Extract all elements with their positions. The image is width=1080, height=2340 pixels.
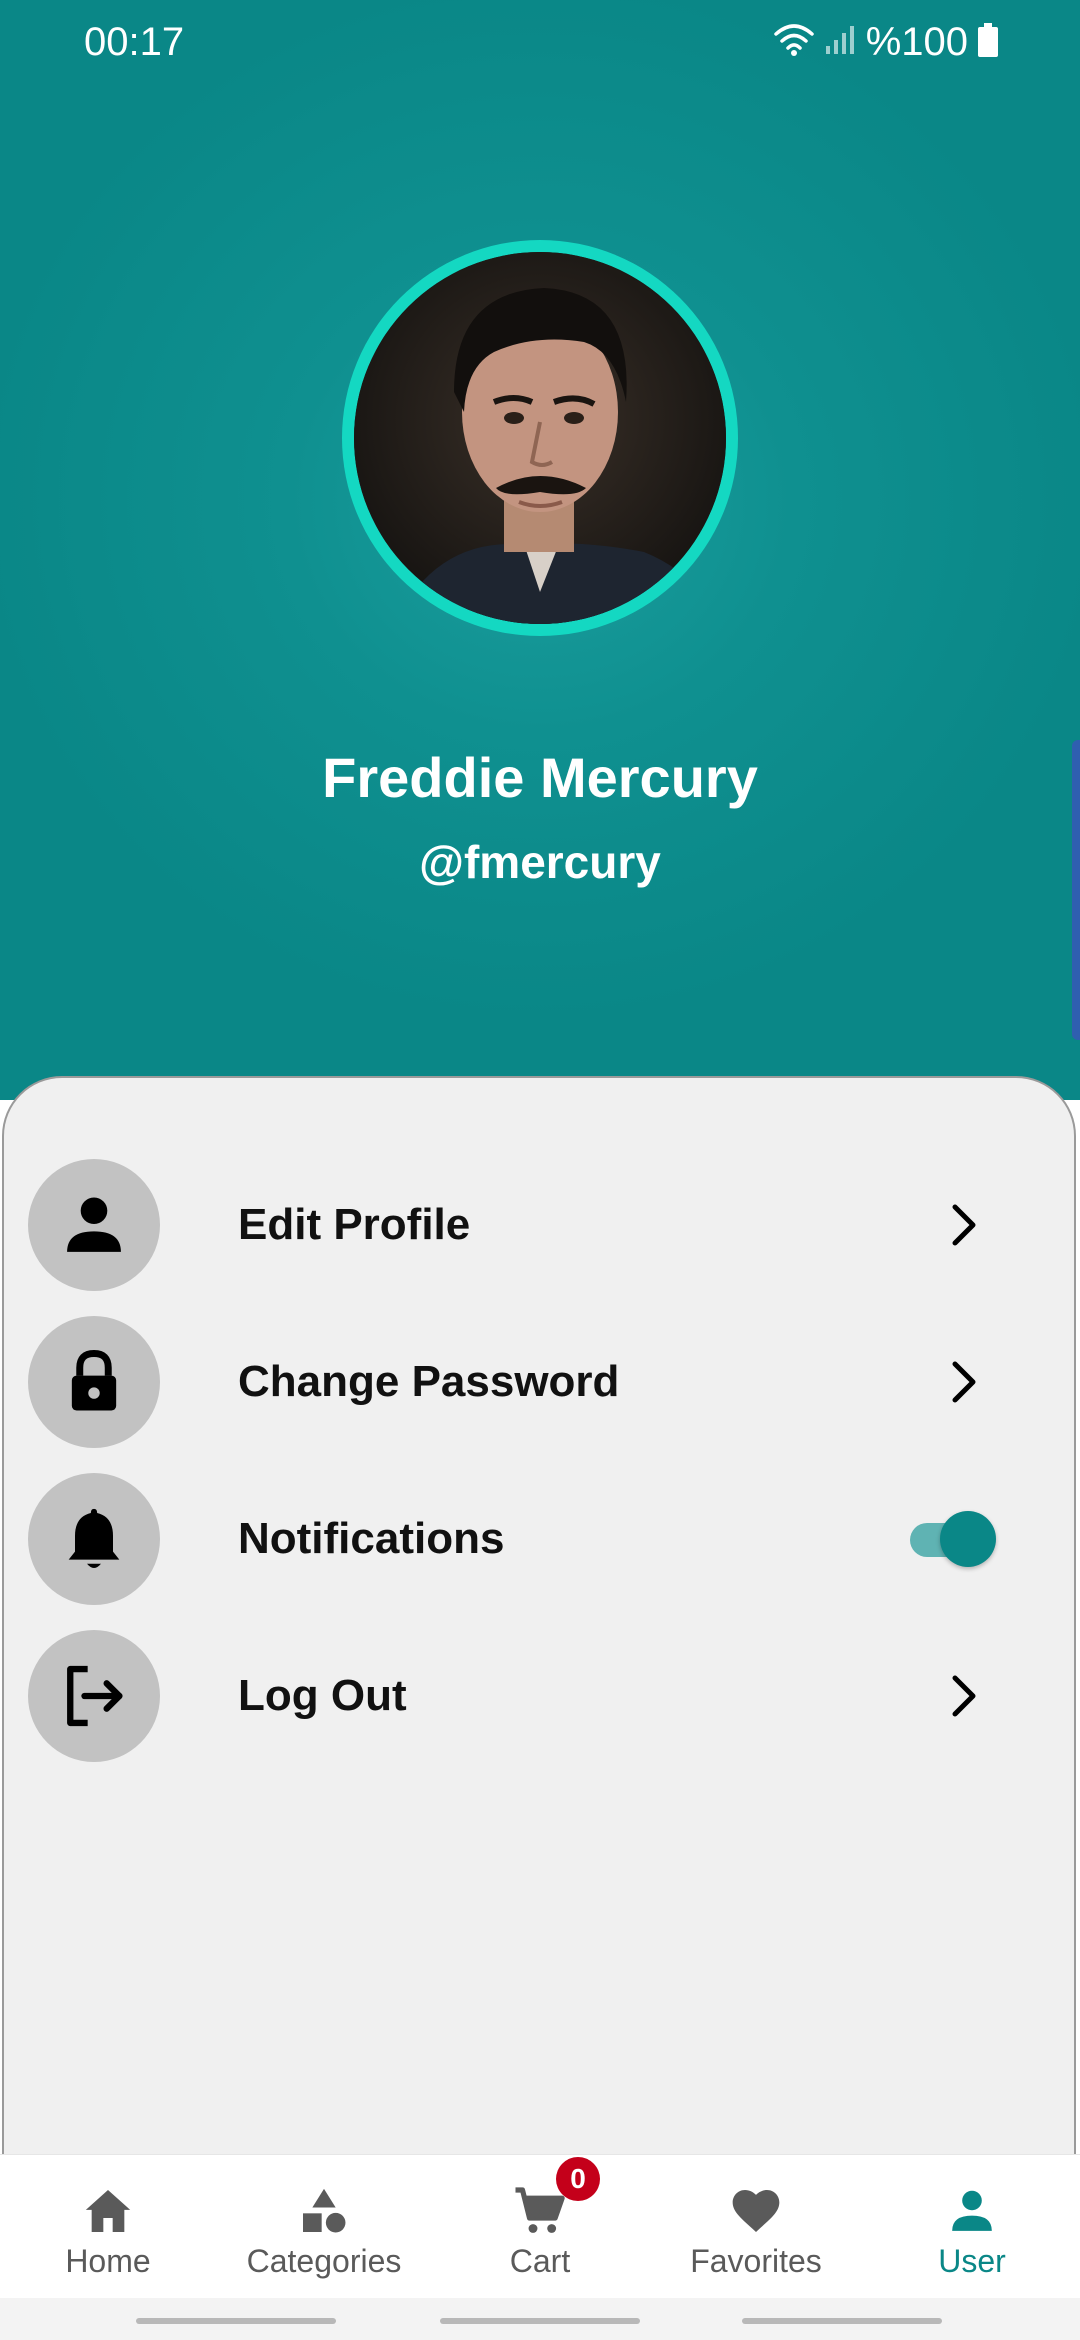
bell-icon	[28, 1473, 160, 1605]
edge-panel-handle[interactable]	[1072, 740, 1080, 1040]
gesture-handle-left[interactable]	[136, 2318, 336, 2324]
signal-icon	[824, 24, 856, 61]
cart-icon	[432, 2179, 648, 2243]
nav-item-user[interactable]: User	[864, 2155, 1080, 2299]
logout-icon	[28, 1630, 160, 1762]
nav-label: Cart	[509, 2243, 571, 2279]
settings-panel: Edit Profile Change Password Notificatio…	[2, 1076, 1076, 2236]
toggle-thumb	[940, 1511, 996, 1567]
wifi-icon	[773, 22, 814, 63]
bottom-navigation: Home Categories Cart Favorites User	[0, 2154, 1080, 2299]
person-icon	[28, 1159, 160, 1291]
gesture-handle-center[interactable]	[440, 2318, 640, 2324]
nav-item-favorites[interactable]: Favorites	[648, 2155, 864, 2299]
menu-item-notifications[interactable]: Notifications	[4, 1469, 1078, 1609]
menu-item-label: Notifications	[238, 1514, 505, 1563]
nav-label: User	[938, 2243, 1006, 2279]
home-icon	[0, 2179, 216, 2243]
battery-icon	[978, 22, 998, 62]
chevron-right-icon	[940, 1666, 988, 1726]
nav-item-categories[interactable]: Categories	[216, 2155, 432, 2299]
nav-label: Categories	[246, 2243, 402, 2279]
menu-item-edit-profile[interactable]: Edit Profile	[4, 1155, 1078, 1295]
status-bar: 00:17 %100	[0, 0, 1080, 84]
nav-label: Favorites	[690, 2243, 822, 2279]
nav-item-home[interactable]: Home	[0, 2155, 216, 2299]
status-time: 00:17	[84, 20, 185, 64]
gesture-handle-right[interactable]	[742, 2318, 942, 2324]
menu-item-log-out[interactable]: Log Out	[4, 1626, 1078, 1766]
lock-icon	[28, 1316, 160, 1448]
notifications-toggle[interactable]	[910, 1511, 996, 1567]
chevron-right-icon	[940, 1352, 988, 1412]
nav-item-cart[interactable]: Cart	[432, 2155, 648, 2299]
profile-username: @fmercury	[419, 836, 661, 888]
menu-item-label: Log Out	[238, 1671, 407, 1720]
profile-name: Freddie Mercury	[322, 746, 758, 809]
profile-header: 00:17 %100 Freddie Mercury @fmercury	[0, 0, 1080, 1100]
cart-count-badge: 0	[556, 2157, 600, 2201]
gesture-navigation-bar	[0, 2298, 1080, 2340]
menu-item-label: Edit Profile	[238, 1200, 471, 1249]
categories-icon	[216, 2179, 432, 2243]
battery-level: %100	[865, 20, 968, 64]
menu-item-change-password[interactable]: Change Password	[4, 1312, 1078, 1452]
avatar[interactable]	[354, 252, 726, 624]
chevron-right-icon	[940, 1195, 988, 1255]
menu-item-label: Change Password	[238, 1357, 620, 1406]
status-icons: %100	[773, 18, 998, 66]
heart-icon	[648, 2179, 864, 2243]
user-icon	[864, 2179, 1080, 2243]
nav-label: Home	[65, 2243, 151, 2279]
avatar-ring	[342, 240, 738, 636]
